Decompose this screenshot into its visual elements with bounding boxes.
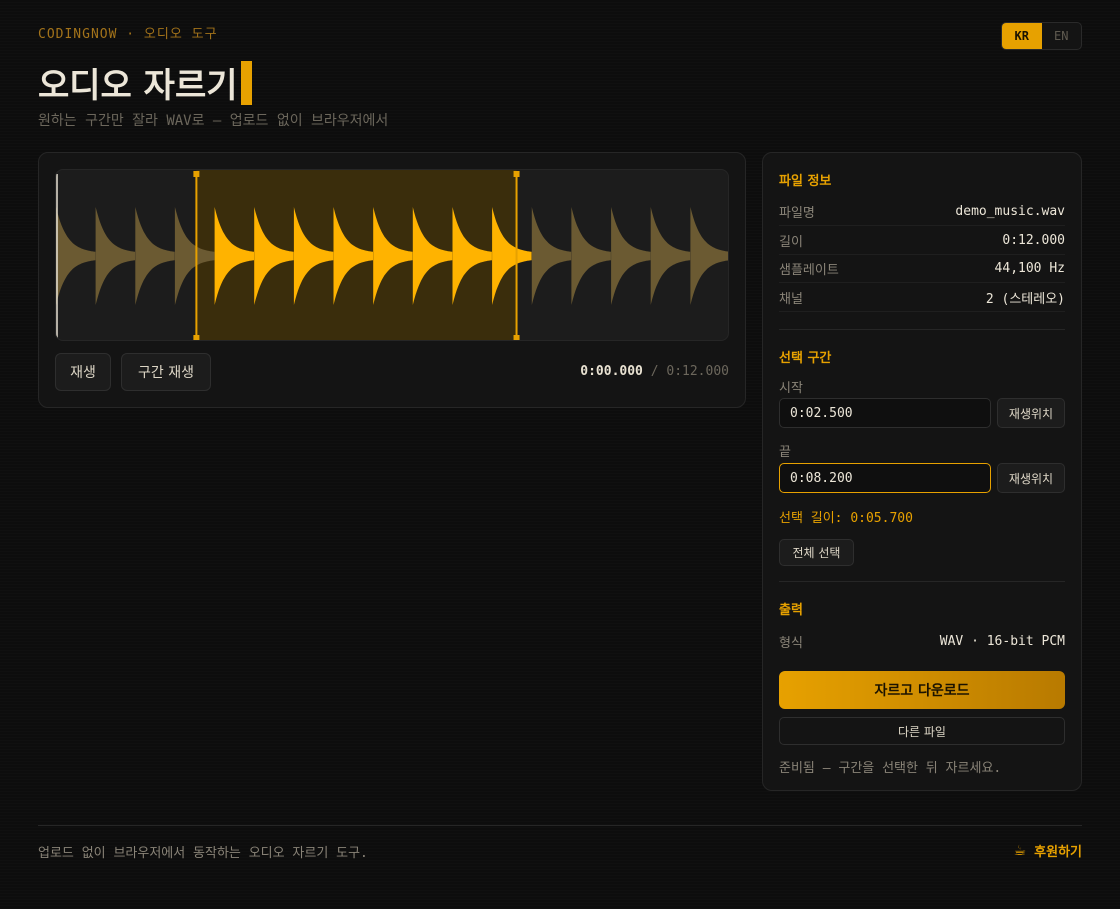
support-label: 후원하기	[1034, 845, 1082, 860]
page-title: 오디오 자르기	[38, 58, 252, 107]
current-time: 0:00.000	[580, 364, 643, 379]
play-button[interactable]: 재생	[55, 353, 111, 391]
waveform-svg[interactable]	[56, 170, 729, 341]
time-separator: /	[650, 364, 659, 379]
waveform-beat	[611, 207, 651, 305]
start-label: 시작	[779, 381, 803, 396]
cursor-block	[240, 60, 252, 105]
status-text: 준비됨 — 구간을 선택한 뒤 자르세요.	[779, 761, 1002, 776]
waveform-beat	[690, 207, 728, 305]
row-key: 형식	[779, 635, 803, 651]
cut-download-button[interactable]: 자르고 다운로드	[779, 671, 1065, 709]
selection-heading: 선택 구간	[779, 351, 832, 366]
waveform-beat	[56, 207, 96, 305]
time-readout: 0:00.000 / 0:12.000	[580, 364, 729, 379]
end-label: 끝	[779, 445, 791, 460]
file-info-row-samplerate: 샘플레이트 44,100 Hz	[779, 255, 1065, 283]
start-time-input[interactable]: 0:02.500	[779, 398, 991, 428]
set-start-playhead-button[interactable]: 재생위치	[997, 398, 1065, 428]
total-time: 0:12.000	[666, 364, 729, 379]
info-panel: 파일 정보 파일명 demo_music.wav 길이 0:12.000 샘플레…	[762, 152, 1082, 791]
language-switch: KR EN	[1001, 22, 1082, 50]
file-info-row-length: 길이 0:12.000	[779, 227, 1065, 255]
file-info-row-filename: 파일명 demo_music.wav	[779, 198, 1065, 226]
lang-kr-button[interactable]: KR	[1002, 23, 1042, 49]
output-format-row: 형식 WAV · 16-bit PCM	[779, 627, 1065, 655]
footer-text: 업로드 없이 브라우저에서 동작하는 오디오 자르기 도구.	[38, 846, 368, 861]
row-value: WAV · 16-bit PCM	[939, 633, 1065, 649]
waveform-beat	[571, 207, 611, 305]
other-file-button[interactable]: 다른 파일	[779, 717, 1065, 745]
divider	[779, 329, 1065, 330]
support-link[interactable]: ☕ 후원하기	[1013, 841, 1082, 861]
page-title-text: 오디오 자르기	[38, 66, 238, 106]
row-value: 2 (스테레오)	[985, 292, 1065, 307]
play-range-button[interactable]: 구간 재생	[121, 353, 211, 391]
file-info-heading: 파일 정보	[779, 174, 832, 189]
end-time-input[interactable]: 0:08.200	[779, 463, 991, 493]
row-value: 0:12.000	[1002, 233, 1065, 248]
page-subtitle: 원하는 구간만 잘라 WAV로 — 업로드 없이 브라우저에서	[38, 113, 389, 129]
output-heading: 출력	[779, 603, 803, 618]
lang-en-button[interactable]: EN	[1042, 23, 1082, 49]
waveform-beat	[135, 207, 175, 305]
waveform-card: 재생 구간 재생 0:00.000 / 0:12.000	[38, 152, 746, 408]
row-key: 길이	[779, 235, 803, 250]
waveform-beat	[531, 207, 572, 305]
row-value: demo_music.wav	[955, 204, 1065, 219]
divider	[779, 581, 1065, 582]
row-key: 파일명	[779, 206, 815, 221]
coffee-icon: ☕	[1013, 842, 1027, 859]
brand-label: CODINGNOW · 오디오 도구	[38, 27, 218, 42]
waveform-beat	[95, 207, 136, 305]
row-value: 44,100 Hz	[994, 261, 1065, 276]
set-end-playhead-button[interactable]: 재생위치	[997, 463, 1065, 493]
file-info-row-channels: 채널 2 (스테레오)	[779, 284, 1065, 312]
row-key: 샘플레이트	[779, 263, 839, 278]
waveform-beat	[650, 207, 691, 305]
select-all-button[interactable]: 전체 선택	[779, 539, 854, 566]
row-key: 채널	[779, 292, 803, 307]
footer-divider	[38, 825, 1082, 826]
selection-length: 선택 길이: 0:05.700	[779, 511, 913, 526]
waveform-area[interactable]	[55, 169, 729, 341]
